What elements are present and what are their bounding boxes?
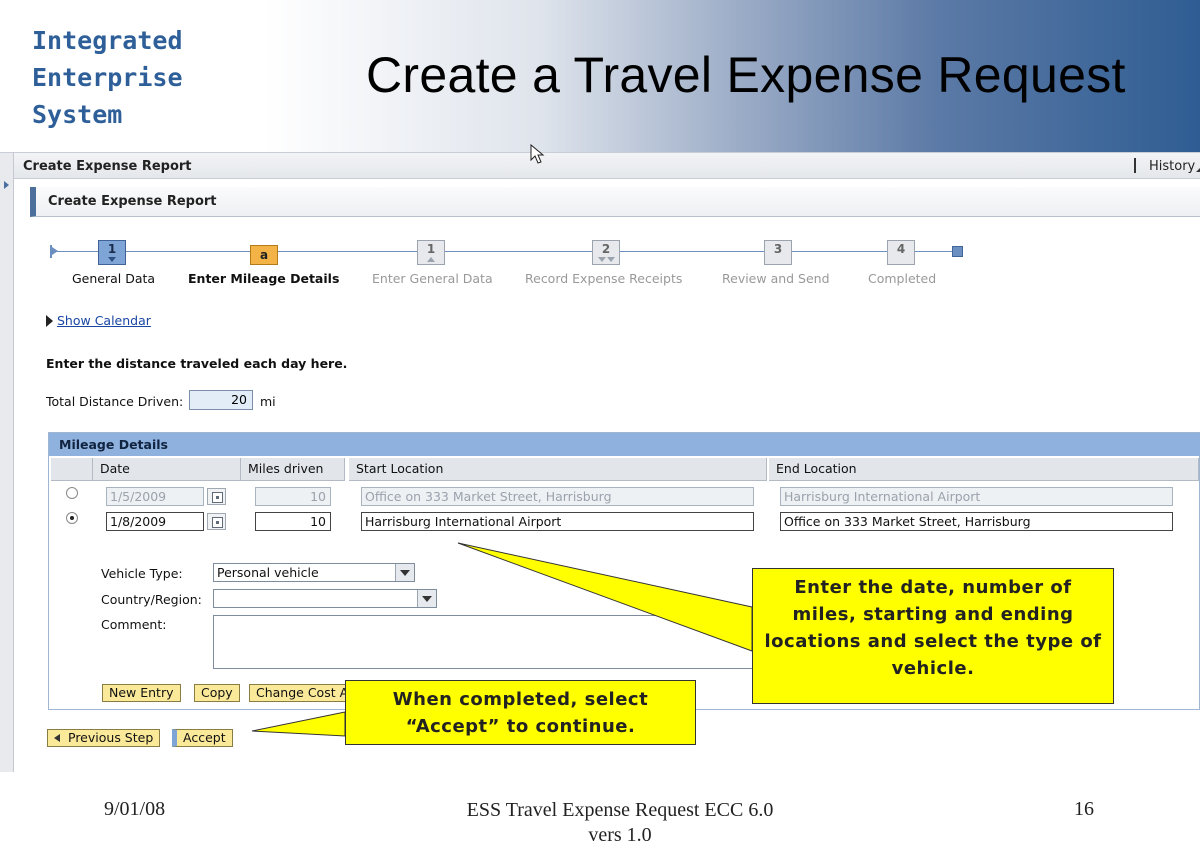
step-collapse-icon	[427, 257, 435, 262]
step-label: Review and Send	[722, 271, 830, 286]
end-location-field[interactable]: Office on 333 Market Street, Harrisburg	[780, 512, 1173, 531]
new-entry-button[interactable]: New Entry	[102, 684, 181, 702]
start-location-field[interactable]: Office on 333 Market Street, Harrisburg	[361, 487, 754, 506]
vehicle-type-label: Vehicle Type:	[101, 566, 183, 581]
step-label: Record Expense Receipts	[525, 271, 683, 286]
footer-title: ESS Travel Expense Request ECC 6.0	[466, 799, 774, 821]
roadmap-end	[952, 246, 963, 257]
roadmap-step-completed[interactable]: 4	[887, 240, 915, 265]
date-field[interactable]: 1/8/2009	[106, 512, 204, 531]
page-header: Create Expense Report	[30, 187, 1200, 217]
footer-center: ESS Travel Expense Request ECC 6.0 vers …	[380, 798, 860, 848]
roadmap-step-mileage[interactable]: a	[250, 245, 278, 265]
calendar-icon[interactable]	[207, 513, 226, 530]
expand-triangle-icon	[46, 315, 53, 327]
column-header-end-location[interactable]: End Location	[769, 458, 1199, 481]
roadmap-step-general[interactable]: 1	[417, 240, 445, 265]
history-dropdown-icon[interactable]	[1196, 167, 1200, 172]
history-link[interactable]: History	[1149, 159, 1195, 174]
window-title: Create Expense Report	[23, 159, 192, 174]
step-label: Completed	[868, 271, 937, 286]
logo-line-2: Enterprise	[32, 63, 183, 92]
comment-textarea[interactable]	[213, 615, 773, 669]
page-title: Create Expense Report	[48, 194, 217, 209]
roadmap-start-arrow-icon	[52, 247, 58, 255]
miles-field[interactable]: 10	[255, 487, 331, 506]
roadmap-step-general-data[interactable]: 1	[98, 240, 126, 265]
step-number: 3	[773, 242, 783, 256]
instruction-text: Enter the distance traveled each day her…	[46, 356, 348, 371]
roadmap-line	[52, 251, 960, 252]
roadmap-step-review[interactable]: 3	[764, 240, 792, 265]
country-region-label: Country/Region:	[101, 592, 202, 607]
column-header-miles[interactable]: Miles driven	[241, 458, 345, 481]
end-location-field[interactable]: Harrisburg International Airport	[780, 487, 1173, 506]
chevron-down-icon[interactable]	[417, 590, 436, 607]
show-calendar-link[interactable]: Show Calendar	[46, 313, 151, 328]
page-number: 16	[1074, 798, 1094, 820]
roadmap: 1 General Data a Enter Mileage Details 1…	[40, 233, 970, 303]
total-distance-label: Total Distance Driven:	[46, 394, 184, 409]
chevron-down-icon[interactable]	[395, 564, 414, 581]
footer-version: vers 1.0	[588, 824, 652, 846]
row-radio-button[interactable]	[66, 512, 78, 524]
details-callout: Enter the date, number of miles, startin…	[752, 568, 1114, 704]
step-label: General Data	[72, 271, 156, 286]
step-label: Enter Mileage Details	[188, 271, 340, 286]
column-header-date[interactable]: Date	[93, 458, 241, 481]
start-location-field[interactable]: Harrisburg International Airport	[361, 512, 754, 531]
mileage-title: Mileage Details	[59, 437, 168, 452]
step-number: 1	[426, 242, 436, 256]
expand-arrow-icon[interactable]	[4, 181, 9, 189]
step-expand-icon	[607, 257, 615, 262]
accept-callout: When completed, select “Accept” to conti…	[345, 680, 696, 745]
window-title-bar: Create Expense Report History	[14, 153, 1200, 179]
country-region-select[interactable]	[213, 589, 437, 608]
comment-label: Comment:	[101, 617, 167, 632]
step-number: 1	[107, 242, 117, 256]
roadmap-step-receipts[interactable]: 2	[592, 240, 620, 265]
copy-button[interactable]: Copy	[194, 684, 240, 702]
change-cost-assignment-button[interactable]: Change Cost A	[249, 684, 349, 702]
selection-column-header	[51, 458, 93, 481]
vehicle-type-value: Personal vehicle	[217, 565, 319, 580]
logo-line-3: System	[32, 100, 123, 129]
previous-step-button[interactable]: Previous Step	[47, 729, 161, 747]
left-navigation-bar[interactable]	[0, 153, 14, 773]
calendar-icon[interactable]	[207, 488, 226, 505]
separator	[1134, 158, 1136, 173]
slide-header: Integrated Enterprise System Create a Tr…	[0, 0, 1200, 152]
show-calendar-label[interactable]: Show Calendar	[57, 313, 151, 328]
slide-title: Create a Travel Expense Request	[366, 47, 1126, 103]
slide-footer: 9/01/08 ESS Travel Expense Request ECC 6…	[0, 772, 1200, 864]
date-field[interactable]: 1/5/2009	[106, 487, 204, 506]
column-header-start-location[interactable]: Start Location	[349, 458, 767, 481]
miles-field[interactable]: 10	[255, 512, 331, 531]
step-number: a	[259, 248, 269, 262]
logo-line-1: Integrated	[32, 26, 183, 55]
step-expand-icon	[598, 257, 606, 262]
mileage-header: Mileage Details	[49, 433, 1200, 456]
total-distance-field: 20	[189, 390, 253, 410]
step-number: 2	[601, 242, 611, 256]
step-expand-icon	[108, 257, 116, 262]
step-number: 4	[896, 242, 906, 256]
vehicle-type-select[interactable]: Personal vehicle	[213, 563, 415, 582]
row-radio-button[interactable]	[66, 487, 78, 499]
distance-unit: mi	[260, 394, 276, 409]
step-label: Enter General Data	[372, 271, 493, 286]
logo: Integrated Enterprise System	[32, 22, 183, 133]
footer-date: 9/01/08	[104, 798, 166, 820]
accept-button[interactable]: Accept	[172, 729, 233, 747]
